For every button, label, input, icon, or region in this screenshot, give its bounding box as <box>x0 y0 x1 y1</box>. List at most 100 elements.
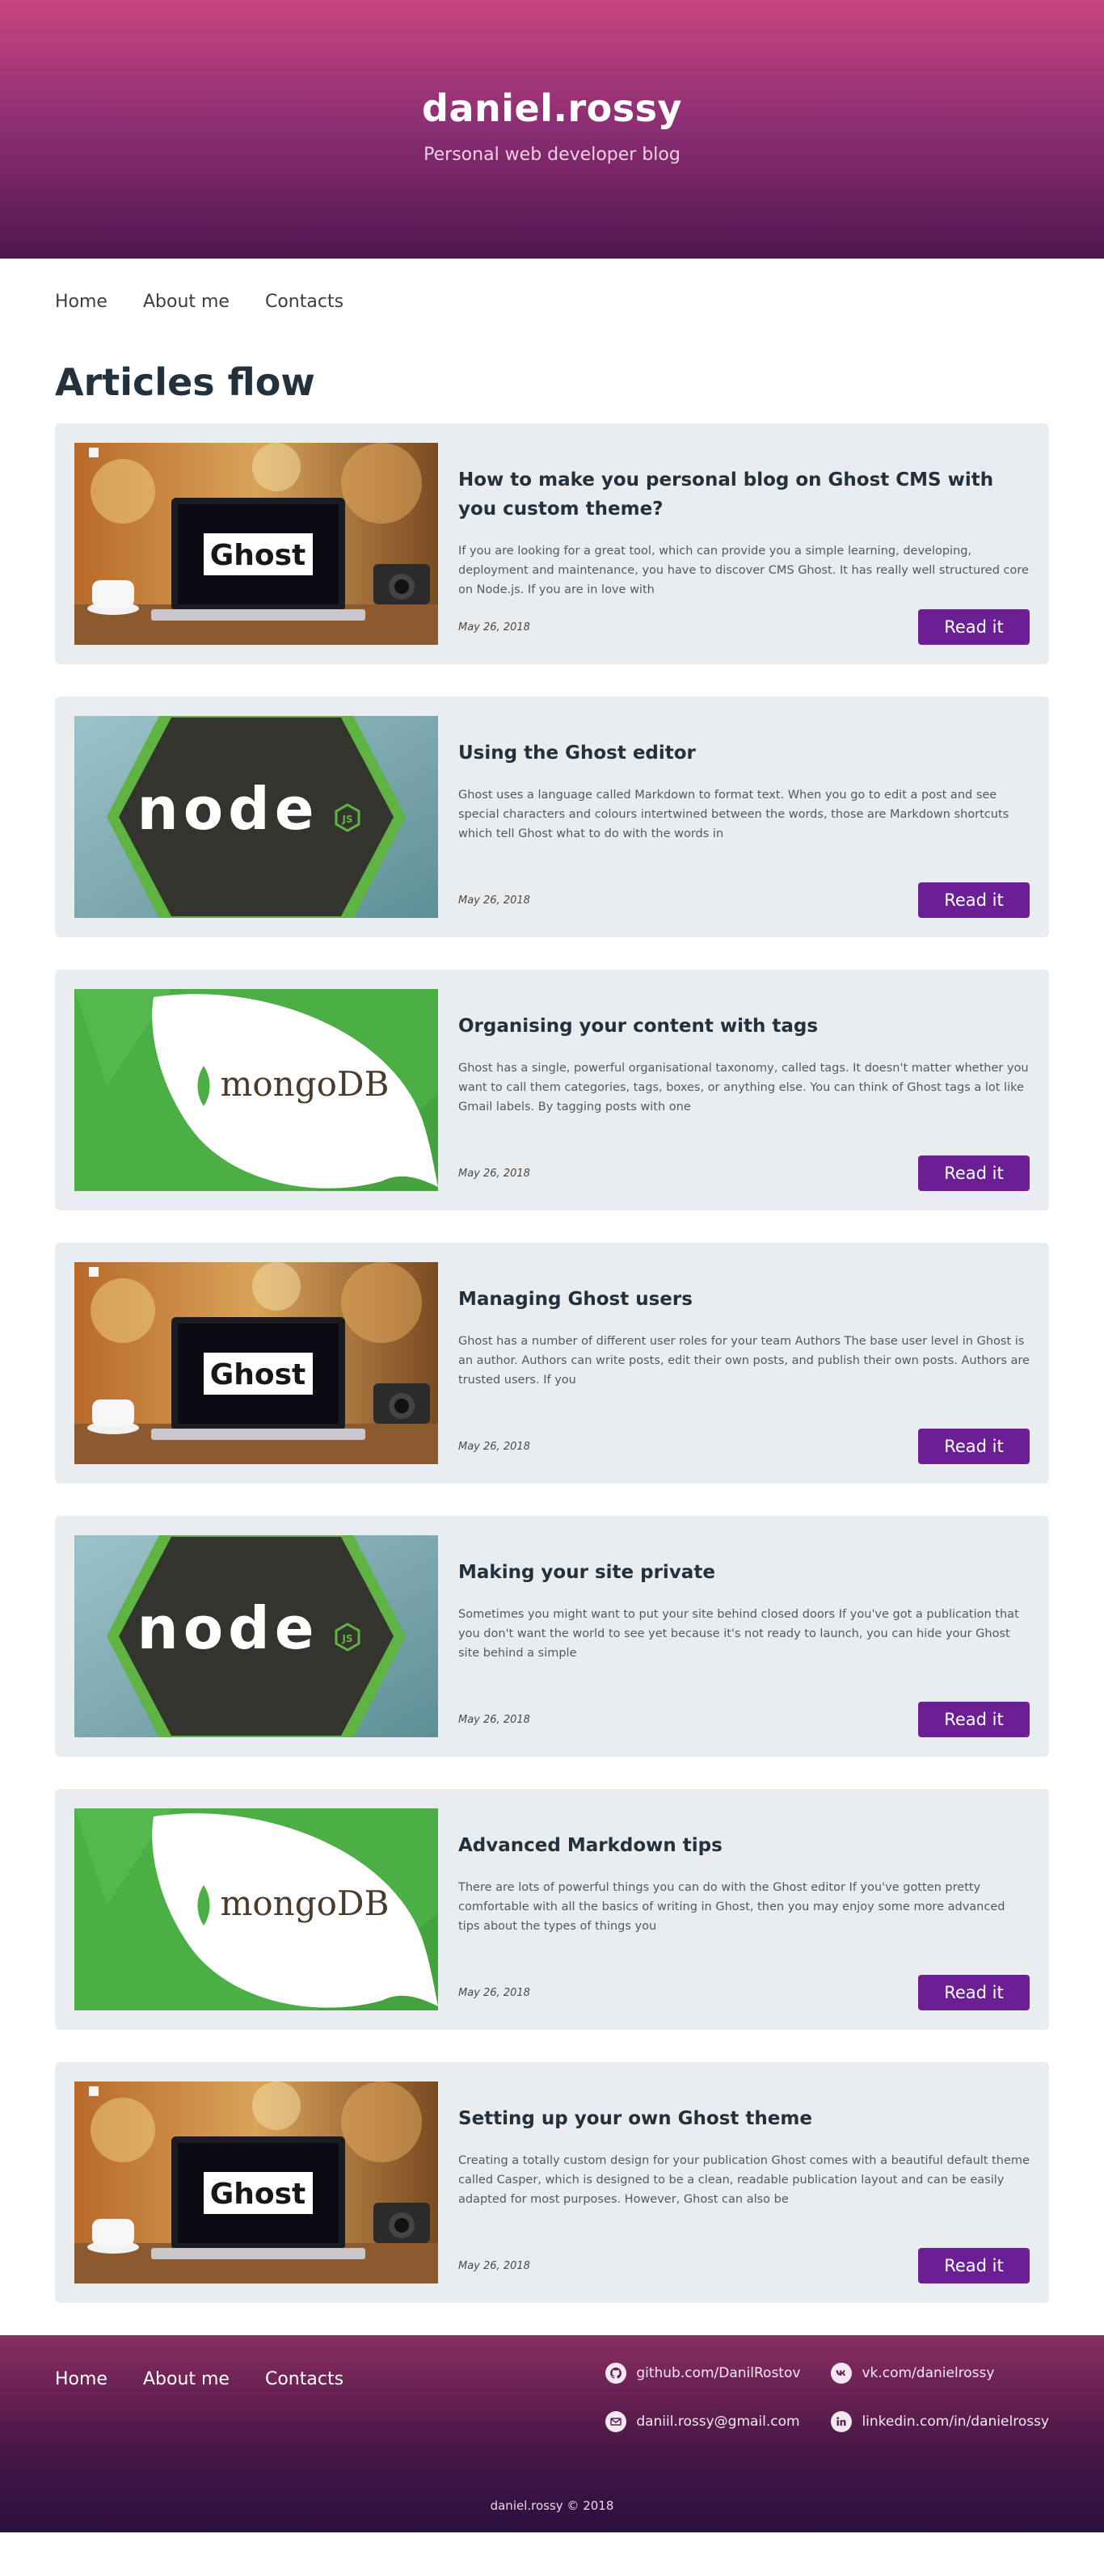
article-date: May 26, 2018 <box>458 621 530 633</box>
site-title[interactable]: daniel.rossy <box>422 86 682 130</box>
article-thumbnail[interactable]: mongoDB <box>74 989 438 1191</box>
article-date: May 26, 2018 <box>458 1986 530 1999</box>
article-title[interactable]: Advanced Markdown tips <box>458 1831 1030 1860</box>
linkedin-icon <box>831 2411 853 2432</box>
article-footer: May 26, 2018 Read it <box>458 1155 1030 1191</box>
read-it-button[interactable]: Read it <box>918 882 1030 918</box>
vk-link[interactable]: vk.com/danielrossy <box>831 2363 1049 2384</box>
linkedin-label: linkedin.com/in/danielrossy <box>862 2414 1049 2430</box>
article-date: May 26, 2018 <box>458 1167 530 1180</box>
page-title: Articles flow <box>55 360 315 404</box>
github-icon <box>605 2363 627 2384</box>
article-body: How to make you personal blog on Ghost C… <box>458 443 1030 645</box>
article-excerpt: There are lots of powerful things you ca… <box>458 1881 1005 1933</box>
linkedin-link[interactable]: linkedin.com/in/danielrossy <box>831 2411 1049 2432</box>
article-card: mongoDB Organising your content with tag… <box>55 970 1049 1210</box>
site-subtitle: Personal web developer blog <box>423 144 681 165</box>
article-date: May 26, 2018 <box>458 1713 530 1726</box>
article-body: Making your site private Sometimes you m… <box>458 1535 1030 1737</box>
article-thumbnail[interactable]: node JS <box>74 716 438 918</box>
footer-nav: Home About me Contacts <box>55 2369 343 2389</box>
article-footer: May 26, 2018 Read it <box>458 1702 1030 1737</box>
main-nav: Home About me Contacts <box>0 259 1104 344</box>
article-card: Ghost Managing Ghost users Ghost has a n… <box>55 1243 1049 1484</box>
article-card: node JS Using the Ghost editor Ghost use… <box>55 697 1049 937</box>
article-body: Using the Ghost editor Ghost uses a lang… <box>458 716 1030 918</box>
article-excerpt: Sometimes you might want to put your sit… <box>458 1608 1019 1660</box>
nav-home[interactable]: Home <box>55 292 107 312</box>
copyright: daniel.rossy © 2018 <box>490 2498 614 2513</box>
ghost-thumbnail-art: Ghost <box>74 443 438 645</box>
vk-icon <box>831 2363 853 2384</box>
email-label: daniil.rossy@gmail.com <box>636 2414 800 2430</box>
footer-contacts: github.com/DanilRostov vk.com/danielross… <box>605 2363 1049 2432</box>
mongo-logo-text: mongoDB <box>221 1884 390 1923</box>
js-badge: JS <box>341 1633 352 1644</box>
article-card: Ghost Setting up your own Ghost theme Cr… <box>55 2062 1049 2303</box>
footer-nav-contacts[interactable]: Contacts <box>265 2369 343 2389</box>
article-footer: May 26, 2018 Read it <box>458 609 1030 645</box>
read-it-button[interactable]: Read it <box>918 1155 1030 1191</box>
article-excerpt: Ghost has a single, powerful organisatio… <box>458 1062 1029 1113</box>
article-list: Ghost How to make you personal blog on G… <box>55 423 1049 2303</box>
article-card: node JS Making your site private Sometim… <box>55 1516 1049 1757</box>
read-it-button[interactable]: Read it <box>918 1702 1030 1737</box>
article-card: Ghost How to make you personal blog on G… <box>55 423 1049 664</box>
article-thumbnail[interactable]: Ghost <box>74 2081 438 2283</box>
ghost-logo-text: Ghost <box>210 1358 306 1391</box>
vk-label: vk.com/danielrossy <box>862 2365 995 2381</box>
article-title[interactable]: Making your site private <box>458 1558 1030 1587</box>
article-footer: May 26, 2018 Read it <box>458 882 1030 918</box>
article-footer: May 26, 2018 Read it <box>458 1975 1030 2010</box>
node-logo-text: node <box>137 775 318 843</box>
ghost-logo-text: Ghost <box>210 2178 306 2211</box>
article-body: Organising your content with tags Ghost … <box>458 989 1030 1191</box>
article-thumbnail[interactable]: Ghost <box>74 1262 438 1464</box>
article-title[interactable]: How to make you personal blog on Ghost C… <box>458 465 1030 524</box>
articles-section: Articles flow Ghost How to make you pers… <box>0 364 1104 2303</box>
article-title[interactable]: Setting up your own Ghost theme <box>458 2104 1030 2133</box>
article-title[interactable]: Organising your content with tags <box>458 1012 1030 1041</box>
article-card: mongoDB Advanced Markdown tips There are… <box>55 1789 1049 2030</box>
article-body: Advanced Markdown tips There are lots of… <box>458 1808 1030 2010</box>
site-header: daniel.rossy Personal web developer blog <box>0 0 1104 259</box>
github-link[interactable]: github.com/DanilRostov <box>605 2363 800 2384</box>
article-body: Managing Ghost users Ghost has a number … <box>458 1262 1030 1464</box>
email-icon <box>605 2411 627 2432</box>
read-it-button[interactable]: Read it <box>918 1429 1030 1464</box>
article-footer: May 26, 2018 Read it <box>458 1429 1030 1464</box>
node-thumbnail-art: node JS <box>74 1535 438 1737</box>
ghost-logo-text: Ghost <box>210 539 306 572</box>
article-date: May 26, 2018 <box>458 894 530 907</box>
ghost-thumbnail-art: Ghost <box>74 1262 438 1464</box>
nav-about[interactable]: About me <box>143 292 230 312</box>
article-date: May 26, 2018 <box>458 1440 530 1453</box>
read-it-button[interactable]: Read it <box>918 609 1030 645</box>
article-excerpt: Creating a totally custom design for you… <box>458 2154 1030 2206</box>
mongo-logo-text: mongoDB <box>221 1064 390 1104</box>
read-it-button[interactable]: Read it <box>918 2248 1030 2283</box>
article-date: May 26, 2018 <box>458 2259 530 2272</box>
mongo-thumbnail-art: mongoDB <box>74 1808 438 2010</box>
ghost-thumbnail-art: Ghost <box>74 2081 438 2283</box>
js-badge: JS <box>341 814 352 825</box>
article-footer: May 26, 2018 Read it <box>458 2248 1030 2283</box>
article-excerpt: Ghost uses a language called Markdown to… <box>458 789 1009 840</box>
footer-nav-about[interactable]: About me <box>143 2369 230 2389</box>
read-it-button[interactable]: Read it <box>918 1975 1030 2010</box>
mongo-thumbnail-art: mongoDB <box>74 989 438 1191</box>
article-thumbnail[interactable]: Ghost <box>74 443 438 645</box>
nav-contacts[interactable]: Contacts <box>265 292 343 312</box>
article-excerpt: Ghost has a number of different user rol… <box>458 1335 1030 1387</box>
article-title[interactable]: Using the Ghost editor <box>458 739 1030 768</box>
footer-nav-home[interactable]: Home <box>55 2369 107 2389</box>
article-thumbnail[interactable]: mongoDB <box>74 1808 438 2010</box>
article-body: Setting up your own Ghost theme Creating… <box>458 2081 1030 2283</box>
email-link[interactable]: daniil.rossy@gmail.com <box>605 2411 800 2432</box>
github-label: github.com/DanilRostov <box>636 2365 801 2381</box>
article-thumbnail[interactable]: node JS <box>74 1535 438 1737</box>
node-logo-text: node <box>137 1594 318 1662</box>
article-title[interactable]: Managing Ghost users <box>458 1285 1030 1314</box>
node-thumbnail-art: node JS <box>74 716 438 918</box>
article-excerpt: If you are looking for a great tool, whi… <box>458 545 1029 596</box>
